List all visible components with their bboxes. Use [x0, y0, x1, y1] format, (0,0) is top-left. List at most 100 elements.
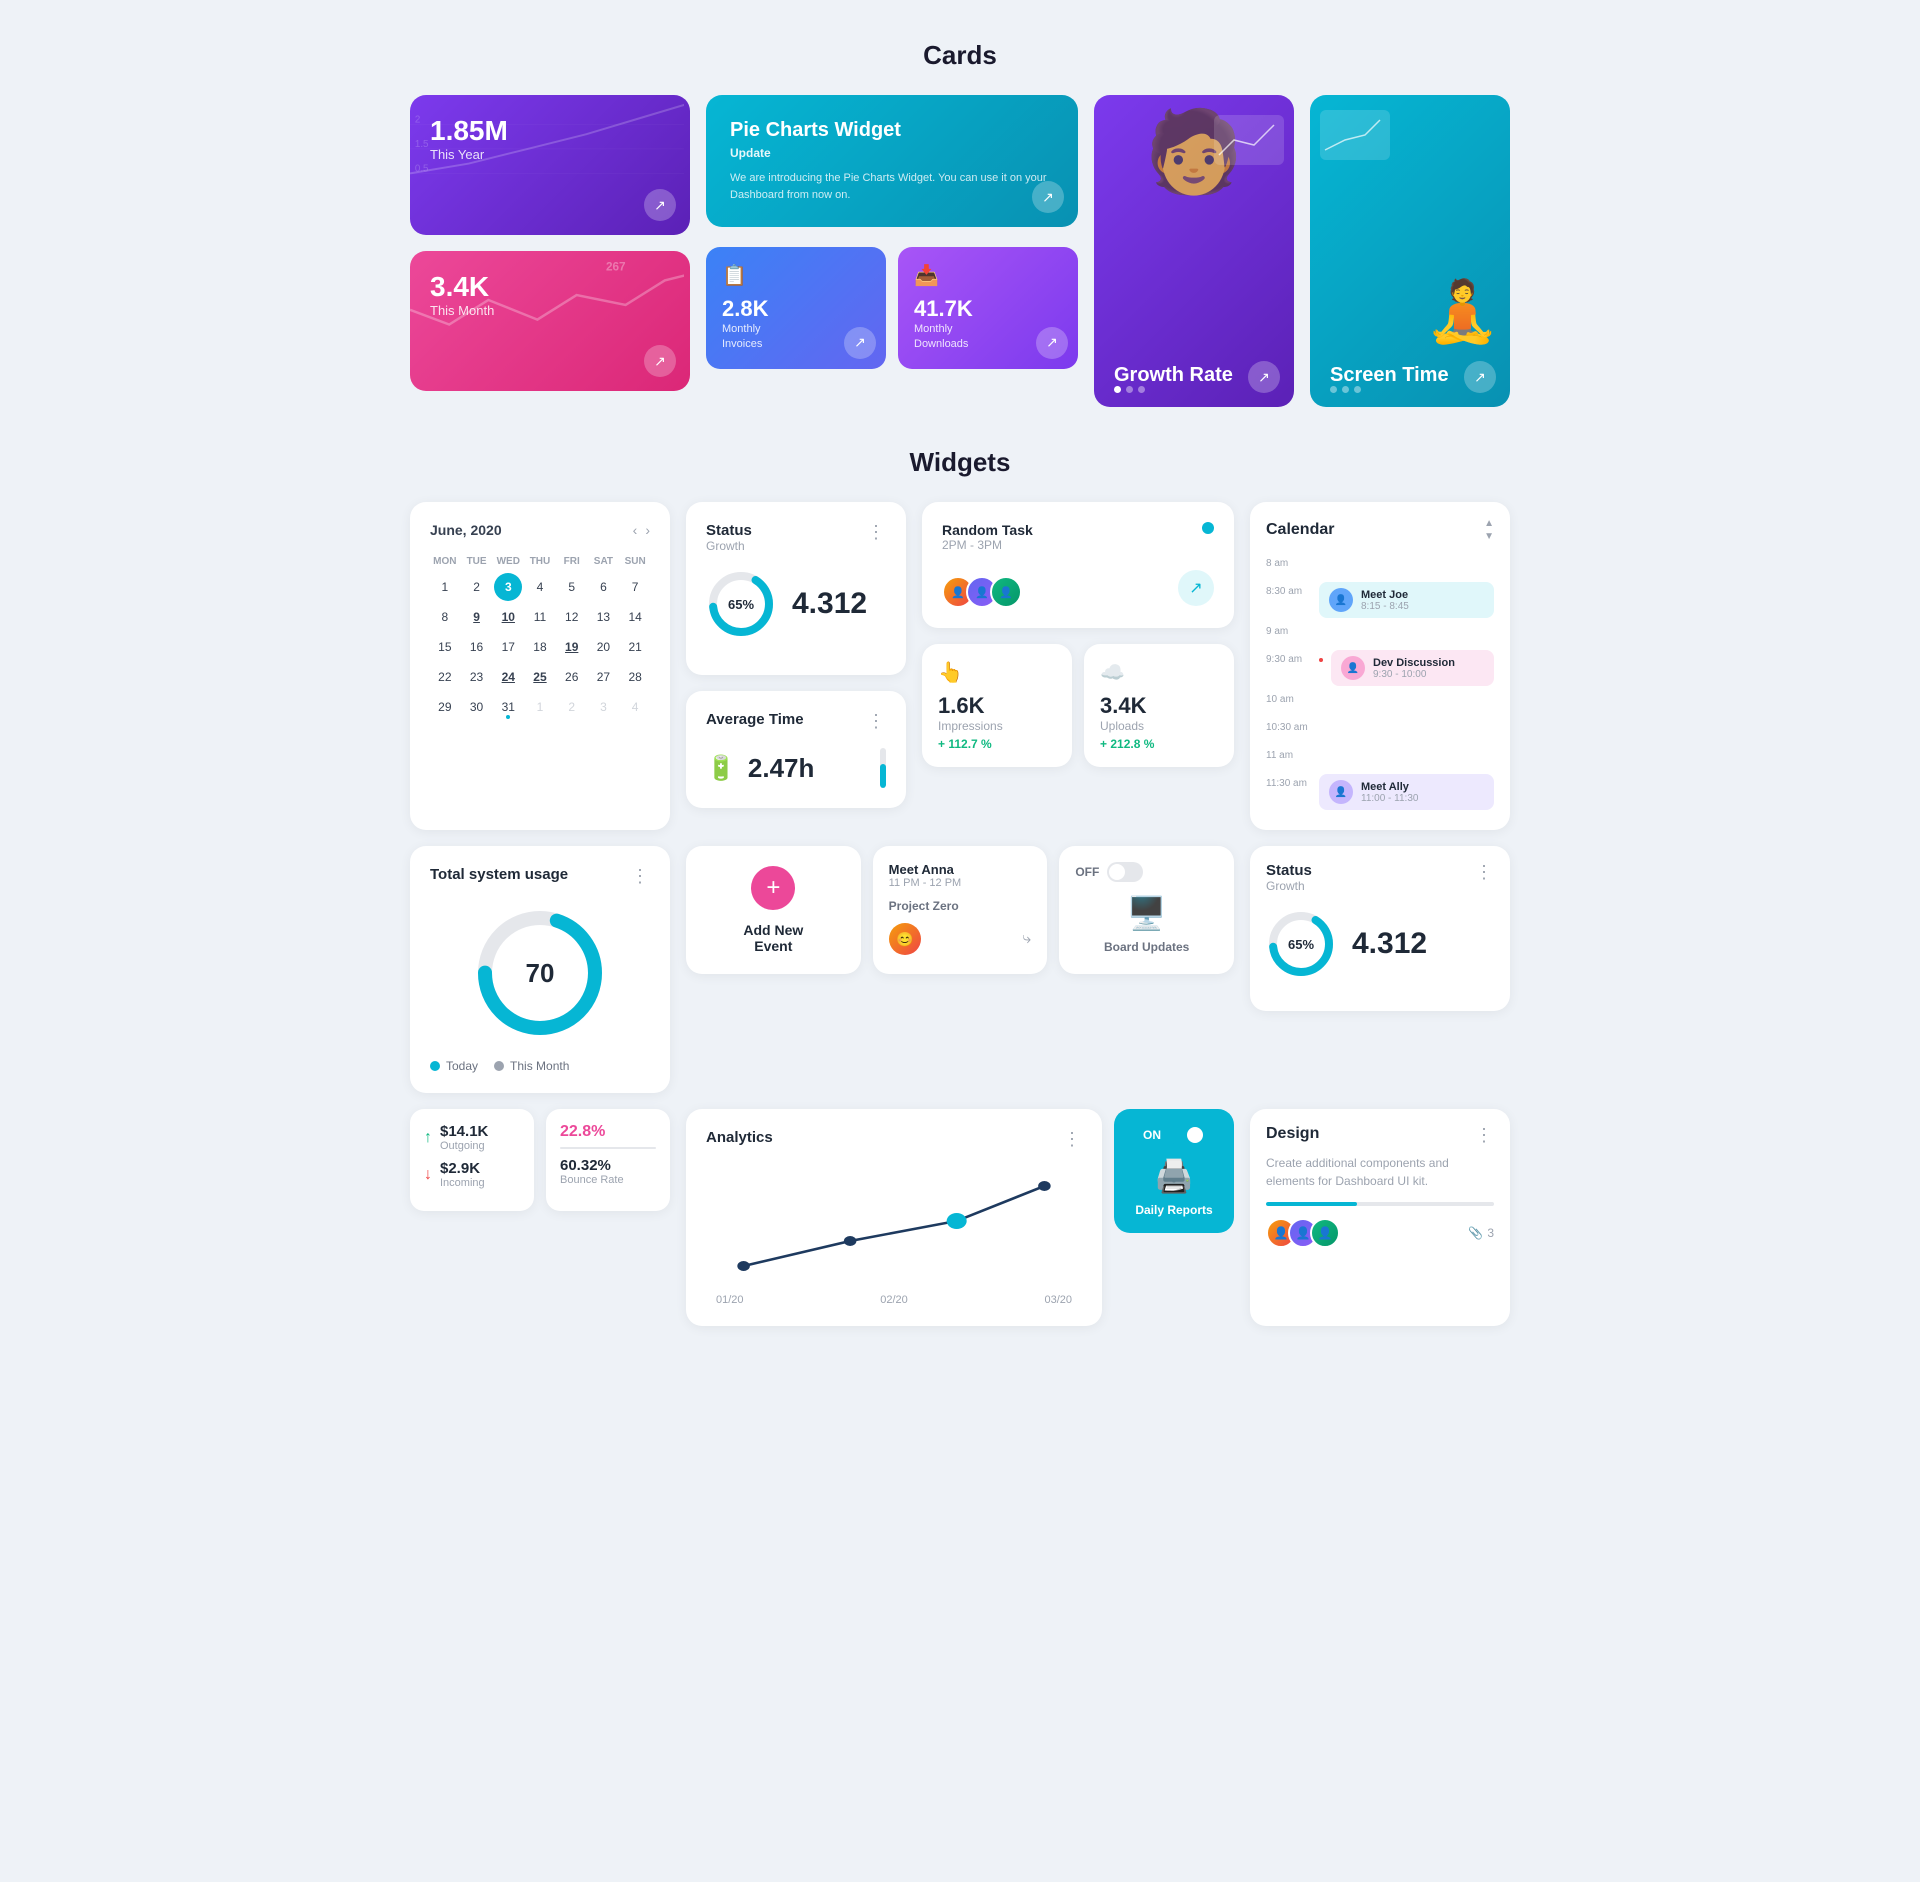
cal-day-wed: WED	[493, 552, 523, 571]
cal-d-f3[interactable]: 3	[589, 693, 617, 721]
daily-toggle-knob	[1187, 1127, 1203, 1143]
invoices-arrow[interactable]: ↗	[844, 327, 876, 359]
impressions-icon: 👆	[938, 660, 1056, 685]
design-menu[interactable]: ⋮	[1475, 1125, 1494, 1146]
cal-day-thu: THU	[525, 552, 555, 571]
meetjoe-time: 8:15 - 8:45	[1361, 601, 1409, 612]
legend-today: Today	[430, 1059, 478, 1073]
cal-d10[interactable]: 10	[494, 603, 522, 631]
cal-d-f1[interactable]: 1	[526, 693, 554, 721]
cal-d11[interactable]: 11	[526, 603, 554, 631]
cal-timeline-nav[interactable]: ▲ ▼	[1484, 518, 1494, 542]
cal-d-f2[interactable]: 2	[558, 693, 586, 721]
outgoing-value: $14.1K	[440, 1123, 488, 1140]
cal-d20[interactable]: 20	[589, 633, 617, 661]
system-usage-menu[interactable]: ⋮	[631, 866, 650, 887]
downloads-icon: 📥	[914, 263, 1062, 288]
dot-1	[1114, 386, 1121, 393]
analytics-menu[interactable]: ⋮	[1063, 1129, 1082, 1150]
cal-d25[interactable]: 25	[526, 663, 554, 691]
bounce-rate-pink: 22.8%	[560, 1123, 656, 1141]
timeline-event-meetjoe[interactable]: 👤 Meet Joe 8:15 - 8:45	[1319, 582, 1494, 618]
task-info: Random Task 2PM - 3PM	[942, 522, 1033, 552]
cal-d18[interactable]: 18	[526, 633, 554, 661]
cal-day-mon: MON	[430, 552, 460, 571]
cal-d16[interactable]: 16	[463, 633, 491, 661]
pink-card-arrow[interactable]: ↗	[644, 345, 676, 377]
cal-d27[interactable]: 27	[589, 663, 617, 691]
dot-3	[1138, 386, 1145, 393]
uploads-value: 3.4K	[1100, 693, 1218, 719]
cal-d4[interactable]: 4	[526, 573, 554, 601]
design-footer: 👤 👤 👤 📎 3	[1266, 1218, 1494, 1248]
cal-prev[interactable]: ‹	[633, 522, 638, 538]
cal-d8[interactable]: 8	[431, 603, 459, 631]
timeline-8am: 8 am	[1266, 554, 1494, 578]
daily-reports-text: Daily Reports	[1130, 1203, 1218, 1217]
anna-avatar: 😊	[889, 923, 921, 955]
share-icon[interactable]: ⤷	[1022, 930, 1031, 948]
cal-d-f4[interactable]: 4	[621, 693, 649, 721]
meet-anna-widget: Meet Anna 11 PM - 12 PM Project Zero 😊 ⤷	[873, 846, 1048, 974]
cal-d28[interactable]: 28	[621, 663, 649, 691]
cal-d5[interactable]: 5	[558, 573, 586, 601]
cal-next[interactable]: ›	[645, 522, 650, 538]
task-title: Random Task	[942, 522, 1033, 538]
plus-symbol: +	[766, 874, 780, 902]
daily-toggle-switch[interactable]	[1169, 1125, 1205, 1145]
sc-dot-2	[1342, 386, 1349, 393]
bounce-rate-value: 60.32%	[560, 1157, 656, 1174]
cal-d21[interactable]: 21	[621, 633, 649, 661]
pie-widget-subtitle: Update	[730, 146, 1054, 160]
widgets-row2: Total system usage ⋮ 70 Today This Month	[410, 846, 1510, 1093]
timeline-event-meetally[interactable]: 👤 Meet Ally 11:00 - 11:30	[1319, 774, 1494, 810]
svg-text:65%: 65%	[1288, 937, 1314, 952]
add-event-widget[interactable]: + Add New Event	[686, 846, 861, 974]
cal-d6[interactable]: 6	[589, 573, 617, 601]
status-sm-menu[interactable]: ⋮	[1475, 862, 1494, 883]
growth-arrow[interactable]: ↗	[1248, 361, 1280, 393]
pie-widget-arrow[interactable]: ↗	[1032, 181, 1064, 213]
cal-d30[interactable]: 30	[463, 693, 491, 721]
daily-reports-widget[interactable]: ON 🖨️ Daily Reports	[1114, 1109, 1234, 1233]
off-board-widget: OFF 🖥️ Board Updates	[1059, 846, 1234, 974]
cal-d14[interactable]: 14	[621, 603, 649, 631]
cal-d13[interactable]: 13	[589, 603, 617, 631]
timeline-1130am: 11:30 am 👤 Meet Ally 11:00 - 11:30	[1266, 774, 1494, 810]
cal-d2[interactable]: 2	[463, 573, 491, 601]
downloads-arrow[interactable]: ↗	[1036, 327, 1068, 359]
status-sm-title-group: Status Growth	[1266, 862, 1312, 893]
cal-d3[interactable]: 3	[494, 573, 522, 601]
design-attach: 📎 3	[1468, 1226, 1494, 1240]
cal-day-tue: TUE	[462, 552, 492, 571]
screentime-arrow[interactable]: ↗	[1464, 361, 1496, 393]
cal-d7[interactable]: 7	[621, 573, 649, 601]
cal-d12[interactable]: 12	[558, 603, 586, 631]
off-toggle-switch[interactable]	[1107, 862, 1143, 882]
widgets-title: Widgets	[20, 447, 1900, 478]
timeline-event-devdiscussion[interactable]: 👤 Dev Discussion 9:30 - 10:00	[1331, 650, 1494, 686]
timeline-time-930: 9:30 am	[1266, 650, 1311, 665]
avg-time-title: Average Time	[706, 711, 804, 728]
status-menu[interactable]: ⋮	[867, 522, 886, 543]
task-arrow[interactable]: ↗	[1178, 570, 1214, 606]
design-header: Design ⋮	[1266, 1125, 1494, 1146]
cal-d31[interactable]: 31	[494, 693, 522, 721]
cal-d15[interactable]: 15	[431, 633, 459, 661]
cal-d9[interactable]: 9	[463, 603, 491, 631]
purple-card-arrow[interactable]: ↗	[644, 189, 676, 221]
cal-d19[interactable]: 19	[558, 633, 586, 661]
cal-d24[interactable]: 24	[494, 663, 522, 691]
cal-d29[interactable]: 29	[431, 693, 459, 721]
cal-d22[interactable]: 22	[431, 663, 459, 691]
cal-d23[interactable]: 23	[463, 663, 491, 691]
off-toggle-header: OFF	[1075, 862, 1218, 882]
cal-d17[interactable]: 17	[494, 633, 522, 661]
col3-widgets: Random Task 2PM - 3PM 👤 👤 👤 ↗	[922, 502, 1234, 830]
meetjoe-title: Meet Joe	[1361, 589, 1409, 601]
avg-time-menu[interactable]: ⋮	[867, 711, 886, 732]
cal-nav[interactable]: ‹ ›	[633, 522, 650, 538]
cal-d26[interactable]: 26	[558, 663, 586, 691]
legend-today-label: Today	[446, 1059, 478, 1073]
cal-d1[interactable]: 1	[431, 573, 459, 601]
